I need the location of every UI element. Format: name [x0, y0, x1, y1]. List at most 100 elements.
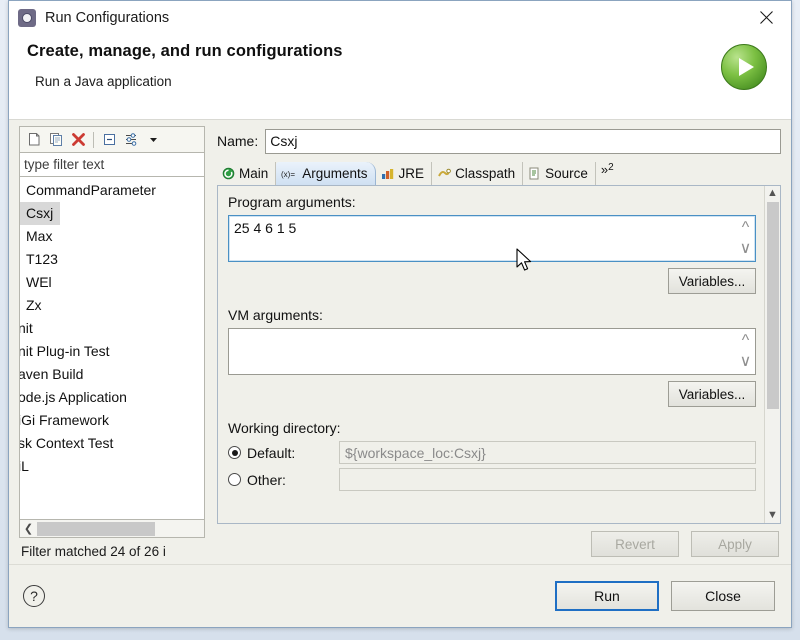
revert-button[interactable]: Revert: [591, 531, 679, 557]
list-item[interactable]: iL: [20, 455, 204, 478]
configurations-tree[interactable]: CommandParameter Csxj Max T123 WEl Zx ni…: [19, 177, 205, 520]
list-item[interactable]: Zx: [20, 294, 204, 317]
working-directory-default-label: Default:: [247, 444, 296, 461]
program-arguments-spinner[interactable]: ^ ∨: [736, 216, 755, 261]
run-button[interactable]: Run: [555, 581, 659, 611]
list-item[interactable]: T123: [20, 248, 204, 271]
tab-source[interactable]: Source: [523, 162, 596, 185]
new-configuration-icon[interactable]: [23, 129, 45, 151]
arguments-vertical-scrollbar[interactable]: ▲ ▼: [764, 186, 780, 523]
working-directory-default-row[interactable]: Default: ${workspace_loc:Csxj}: [228, 441, 756, 464]
vm-arguments-group: VM arguments: ^ ∨ Variables...: [228, 307, 756, 407]
scrollbar-thumb[interactable]: [766, 202, 779, 410]
arguments-content: Program arguments: 25 4 6 1 5 ^ ∨ Variab…: [218, 186, 764, 523]
list-item[interactable]: WEl: [20, 271, 204, 294]
chevron-up-icon[interactable]: ^: [742, 332, 750, 350]
tab-overflow-count: 2: [608, 162, 614, 173]
program-arguments-button-row: Variables...: [228, 268, 756, 294]
filter-input[interactable]: type filter text: [19, 152, 205, 177]
tree-horizontal-scrollbar[interactable]: ❮: [19, 520, 205, 538]
tab-overflow-indicator[interactable]: » 2: [596, 162, 620, 185]
dialog-titlebar: Run Configurations: [9, 1, 791, 34]
working-directory-other-label: Other:: [247, 471, 286, 488]
help-icon[interactable]: ?: [23, 585, 45, 607]
tree-item-label: sk Context Test: [19, 435, 114, 451]
dialog-footer: ? Run Close: [9, 564, 791, 627]
desktop-background: Run Configurations Create, manage, and r…: [0, 0, 800, 640]
chevron-down-icon[interactable]: [142, 129, 164, 151]
chevron-down-icon[interactable]: ∨: [740, 238, 752, 258]
run-configurations-dialog: Run Configurations Create, manage, and r…: [8, 0, 792, 628]
configuration-tabs: Main (x)= Arguments JRE Classpath Source…: [217, 161, 781, 186]
configurations-toolbar: [19, 126, 205, 152]
vm-arguments-label: VM arguments:: [228, 307, 323, 323]
list-item[interactable]: iGi Framework: [20, 409, 204, 432]
duplicate-configuration-icon[interactable]: [45, 129, 67, 151]
delete-configuration-icon[interactable]: [67, 129, 89, 151]
classpath-tab-icon: [437, 167, 451, 180]
working-directory-group: Working directory: Default: ${workspace_…: [228, 420, 756, 491]
working-directory-other-radio[interactable]: [228, 473, 241, 486]
list-item[interactable]: CommandParameter: [20, 179, 204, 202]
vm-arguments-textarea[interactable]: ^ ∨: [228, 328, 756, 375]
program-arguments-textarea[interactable]: 25 4 6 1 5 ^ ∨: [228, 215, 756, 262]
arguments-tab-icon: (x)=: [281, 168, 298, 180]
tab-classpath[interactable]: Classpath: [432, 162, 524, 185]
configurations-panel: type filter text CommandParameter Csxj M…: [19, 126, 205, 564]
program-arguments-value: 25 4 6 1 5: [234, 220, 297, 236]
working-directory-other-row[interactable]: Other:: [228, 468, 756, 491]
filter-icon[interactable]: [120, 129, 142, 151]
list-item[interactable]: nit Plug-in Test: [20, 340, 204, 363]
configuration-editor: Name: Csxj Main (x)= Arguments JRE Class…: [217, 126, 781, 564]
arguments-tab-page: Program arguments: 25 4 6 1 5 ^ ∨ Variab…: [217, 186, 781, 524]
banner-title: Create, manage, and run configurations: [27, 42, 343, 60]
list-item[interactable]: aven Build: [20, 363, 204, 386]
tab-label: Source: [545, 166, 588, 181]
scrollbar-track[interactable]: [766, 202, 779, 507]
list-item[interactable]: nit: [20, 317, 204, 340]
tree-item-label: CommandParameter: [26, 182, 156, 198]
list-item[interactable]: sk Context Test: [20, 432, 204, 455]
tab-arguments[interactable]: (x)= Arguments: [276, 162, 376, 185]
program-variables-button[interactable]: Variables...: [668, 268, 756, 294]
chevron-down-icon[interactable]: ∨: [740, 351, 752, 371]
dialog-banner: Create, manage, and run configurations R…: [9, 34, 791, 120]
chevron-left-icon[interactable]: ❮: [20, 521, 37, 537]
chevron-up-icon[interactable]: ▲: [767, 188, 778, 199]
close-icon[interactable]: [745, 3, 787, 31]
working-directory-default-value: ${workspace_loc:Csxj}: [339, 441, 756, 464]
working-directory-other-value[interactable]: [339, 468, 756, 491]
tree-item-label: nit Plug-in Test: [19, 343, 110, 359]
scrollbar-thumb[interactable]: [37, 521, 155, 536]
list-item[interactable]: Max: [20, 225, 204, 248]
vm-variables-button[interactable]: Variables...: [668, 381, 756, 407]
tab-label: Main: [239, 166, 269, 181]
tree-item-label: Zx: [26, 297, 42, 313]
tab-main[interactable]: Main: [217, 162, 277, 185]
vm-arguments-spinner[interactable]: ^ ∨: [736, 329, 755, 374]
program-arguments-label: Program arguments:: [228, 194, 356, 210]
vm-arguments-button-row: Variables...: [228, 381, 756, 407]
list-item[interactable]: ode.js Application: [20, 386, 204, 409]
tree-item-label: T123: [26, 251, 58, 267]
filter-status-text: Filter matched 24 of 26 i: [21, 543, 166, 559]
apply-button[interactable]: Apply: [691, 531, 779, 557]
name-label: Name:: [217, 133, 259, 149]
tree-item-label: Csxj: [20, 202, 61, 225]
tree-item-label: iGi Framework: [19, 412, 110, 428]
dialog-title: Run Configurations: [45, 9, 170, 26]
working-directory-default-radio[interactable]: [228, 446, 241, 459]
working-directory-label: Working directory:: [228, 420, 341, 436]
list-item[interactable]: Csxj: [20, 202, 204, 225]
chevron-down-icon[interactable]: ▼: [767, 510, 778, 521]
name-row: Name: Csxj: [217, 126, 781, 156]
collapse-all-icon[interactable]: [98, 129, 120, 151]
tab-label: Classpath: [455, 166, 516, 181]
tree-item-label: ode.js Application: [19, 389, 127, 405]
tab-label: JRE: [398, 166, 425, 181]
program-arguments-group: Program arguments: 25 4 6 1 5 ^ ∨ Variab…: [228, 194, 756, 294]
tab-jre[interactable]: JRE: [376, 162, 433, 185]
chevron-up-icon[interactable]: ^: [742, 219, 750, 237]
name-input[interactable]: Csxj: [265, 128, 781, 154]
close-button[interactable]: Close: [671, 581, 775, 611]
